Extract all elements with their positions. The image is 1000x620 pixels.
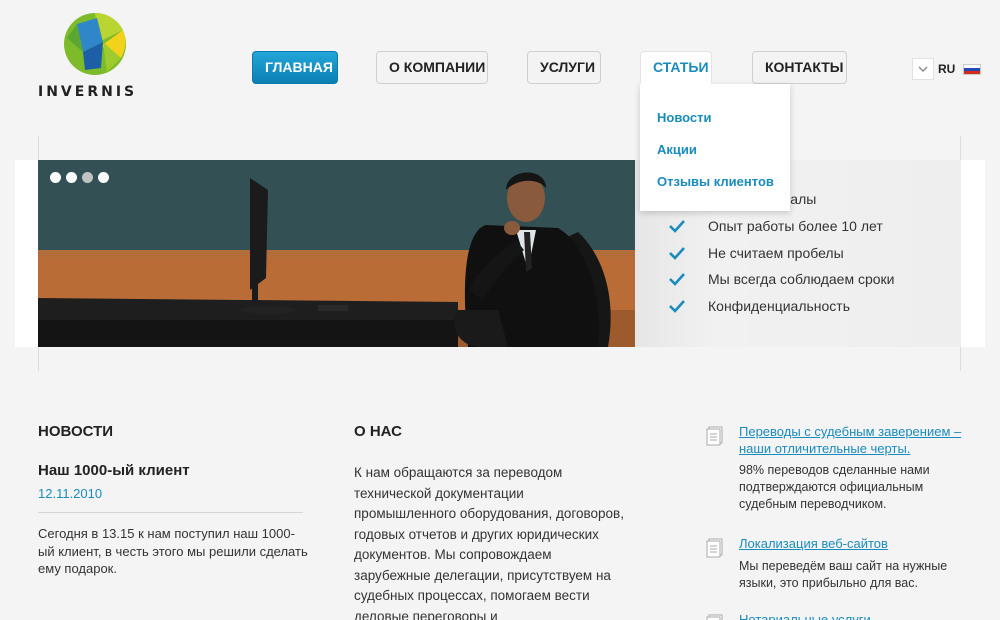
slider-dot[interactable] [98,172,109,183]
article-link[interactable]: Переводы с судебным заверением – наши от… [739,424,976,457]
checkmark-icon [669,246,685,260]
dropdown-item[interactable]: Отзывы клиентов [640,174,790,206]
article-item: Переводы с судебным заверением – наши от… [706,424,976,513]
russia-flag-icon [963,63,982,75]
news-headline[interactable]: Наш 1000-ый клиент [38,462,190,479]
feature-item: Конфиденциальность [668,293,894,320]
language-selector[interactable]: RU [912,58,982,80]
checkmark-icon [669,220,685,233]
article-item: Локализация веб-сайтов Мы переведём ваш … [706,536,976,592]
nav-item-services[interactable]: УСЛУГИ [527,51,601,84]
article-link[interactable]: Локализация веб-сайтов [739,536,976,553]
logo[interactable]: INVERNIS [38,12,153,104]
nav-item-articles[interactable]: СТАТЬИ [640,51,712,84]
logo-mark-icon [64,12,126,75]
office-photo [38,160,635,347]
slider-dots [50,172,109,183]
dropdown-item[interactable]: Акции [640,142,790,174]
feature-item: Мы всегда соблюдаем сроки [668,266,894,293]
document-icon [706,538,723,558]
nav-item-about[interactable]: О КОМПАНИИ [376,51,488,84]
chevron-down-icon[interactable] [912,58,934,80]
article-text: 98% переводов сделанные нами подтверждаю… [739,463,930,511]
feature-item: Опыт работы более 10 лет [668,213,894,240]
feature-item: Не считаем пробелы [668,239,894,266]
banner-image [38,160,635,347]
logo-text: INVERNIS [38,84,138,100]
about-title: О НАС [354,423,402,440]
nav-item-home[interactable]: ГЛАВНАЯ [252,51,338,84]
language-code: RU [938,62,956,76]
feature-label: Не считаем пробелы [708,244,844,261]
feature-label: Опыт работы более 10 лет [708,218,883,235]
article-item: Нотариальные услуги [706,612,976,620]
checkmark-icon [669,273,685,287]
dropdown-item[interactable]: Новости [640,110,790,142]
checkmark-icon [669,300,685,313]
document-icon [706,614,723,620]
article-text: Мы переведём ваш сайт на нужные языки, э… [739,558,948,590]
news-date: 12.11.2010 [38,486,103,501]
article-link[interactable]: Нотариальные услуги [739,612,976,620]
news-title: НОВОСТИ [38,423,114,440]
feature-label: Конфиденциальность [708,298,851,315]
divider [38,512,303,513]
about-text: К нам обращаются за переводом техническо… [354,465,624,620]
slider-dot[interactable] [66,172,77,183]
feature-label: Мы всегда соблюдаем сроки [708,271,895,288]
slider-dot[interactable] [82,172,93,183]
nav-item-contacts[interactable]: КОНТАКТЫ [752,51,847,84]
news-text: Сегодня в 13.15 к нам поступил наш 1000-… [38,526,308,576]
articles-dropdown: Новости Акции Отзывы клиентов [640,84,790,211]
slider-dot[interactable] [50,172,61,183]
document-icon [706,426,723,446]
